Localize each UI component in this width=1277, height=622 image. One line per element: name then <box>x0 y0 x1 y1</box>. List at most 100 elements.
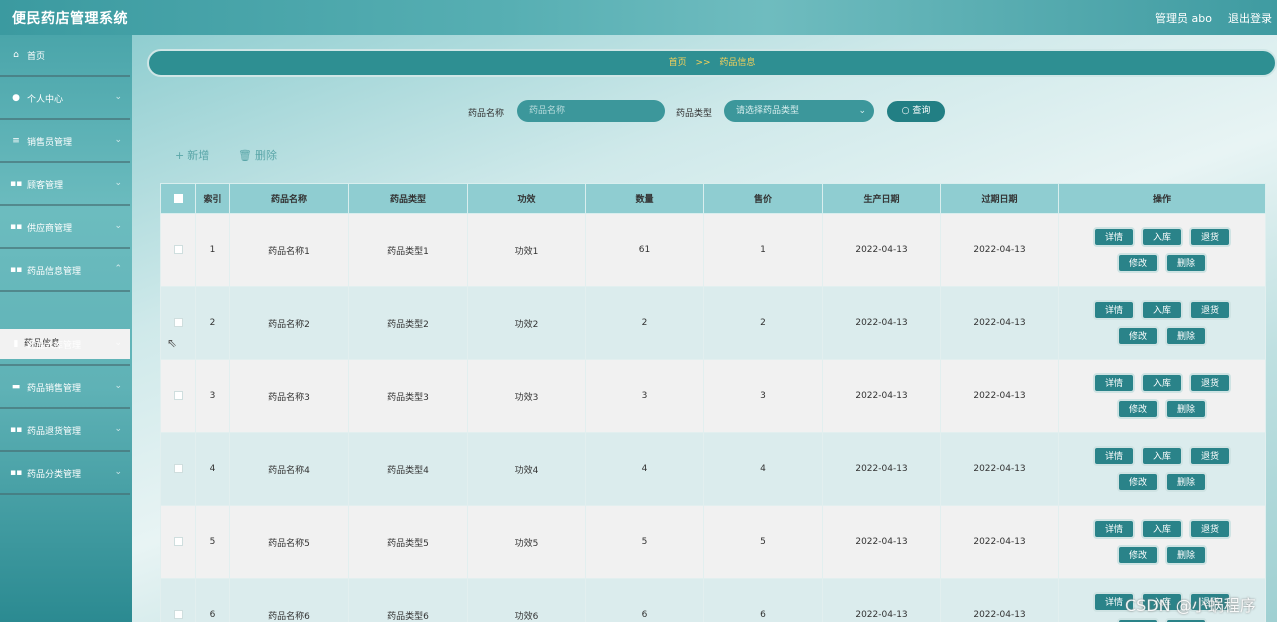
row-select-cell[interactable] <box>160 286 196 360</box>
delete-button[interactable]: 删除 <box>1165 618 1207 622</box>
return-button[interactable]: 退货 <box>1189 519 1231 539</box>
cell-mfg-date: 2022-04-13 <box>822 359 941 433</box>
select-all-cell[interactable] <box>160 183 196 214</box>
cell-type: 药品类型1 <box>348 213 468 287</box>
cell-type: 药品类型4 <box>348 432 468 506</box>
query-button[interactable]: ○ 查询 <box>885 99 947 124</box>
sidebar-item-stock-in[interactable]: ▮ 药品入库管理 ⌄ <box>0 324 130 366</box>
cell-qty: 3 <box>585 359 704 433</box>
grid-icon: ▪▪ <box>10 425 23 435</box>
stock-in-button[interactable]: 入库 <box>1141 519 1183 539</box>
chevron-down-icon: ⌄ <box>114 338 122 348</box>
cell-actions: 详情入库退货修改删除 <box>1058 359 1266 433</box>
drug-name-input[interactable] <box>517 100 665 122</box>
detail-button[interactable]: 详情 <box>1093 446 1135 466</box>
chevron-up-icon: ⌃ <box>114 264 122 274</box>
row-checkbox[interactable] <box>173 391 183 400</box>
return-button[interactable]: 退货 <box>1189 227 1231 247</box>
col-header-mfg: 生产日期 <box>822 183 941 214</box>
sidebar-item-label: 销售员管理 <box>27 137 73 148</box>
detail-button[interactable]: 详情 <box>1093 300 1135 320</box>
edit-button[interactable]: 修改 <box>1117 326 1159 346</box>
cell-qty: 2 <box>585 286 704 360</box>
delete-button[interactable]: 删除 <box>1165 326 1207 346</box>
row-checkbox[interactable] <box>173 610 183 619</box>
sidebar-item-sales[interactable]: ▬ 药品销售管理 ⌄ <box>0 367 130 409</box>
drug-table: 索引 药品名称 药品类型 功效 数量 售价 生产日期 过期日期 操作 1 药品名称… <box>160 183 1266 622</box>
row-select-cell[interactable] <box>160 359 196 433</box>
chevron-down-icon: ⌄ <box>114 381 122 391</box>
return-button[interactable]: 退货 <box>1189 446 1231 466</box>
edit-button[interactable]: 修改 <box>1117 253 1159 273</box>
app-title: 便民药店管理系统 <box>12 11 128 27</box>
return-button[interactable]: 退货 <box>1189 373 1231 393</box>
add-button[interactable]: + 新增 <box>175 147 209 163</box>
return-button[interactable]: 退货 <box>1189 300 1231 320</box>
drug-name-label: 药品名称 <box>468 109 505 119</box>
cell-name: 药品名称2 <box>229 286 349 360</box>
table-row: 2 药品名称2 药品类型2 功效2 2 2 2022-04-13 2022-04-13 详情 入库… <box>160 286 1266 360</box>
cell-effect: 功效5 <box>467 505 586 579</box>
sidebar-item-profile[interactable]: ● 个人中心 ⌄ <box>0 78 130 120</box>
breadcrumb-separator: >> <box>695 58 711 68</box>
sidebar-item-suppliers[interactable]: ▪▪ 供应商管理 ⌄ <box>0 207 130 249</box>
stock-in-button[interactable]: 入库 <box>1141 446 1183 466</box>
user-label: 管理员 abo <box>1155 12 1212 25</box>
sidebar-item-label: 供应商管理 <box>27 223 73 234</box>
sidebar-item-label: 顾客管理 <box>27 180 64 191</box>
sidebar-item-label: 个人中心 <box>27 94 64 105</box>
cell-effect: 功效2 <box>467 286 586 360</box>
row-checkbox[interactable] <box>173 464 183 473</box>
chevron-down-icon: ⌄ <box>114 178 122 188</box>
sidebar-item-drug-info[interactable]: ▪▪ 药品信息管理 ⌃ <box>0 250 130 292</box>
cell-index: 5 <box>195 505 230 579</box>
row-checkbox[interactable] <box>173 318 183 327</box>
select-all-checkbox[interactable] <box>173 193 183 203</box>
cell-type: 药品类型5 <box>348 505 468 579</box>
chevron-down-icon: ⌄ <box>858 106 866 116</box>
detail-button[interactable]: 详情 <box>1093 227 1135 247</box>
plus-icon: + <box>175 149 185 162</box>
search-icon: ○ <box>901 106 910 116</box>
chevron-down-icon: ⌄ <box>114 221 122 231</box>
cell-qty: 5 <box>585 505 704 579</box>
row-select-cell[interactable] <box>160 213 196 287</box>
sidebar-item-sales-staff[interactable]: ≡ 销售员管理 ⌄ <box>0 121 130 163</box>
row-select-cell[interactable] <box>160 505 196 579</box>
delete-button[interactable]: 删除 <box>1165 472 1207 492</box>
stock-in-button[interactable]: 入库 <box>1141 300 1183 320</box>
drug-type-label: 药品类型 <box>676 109 713 119</box>
sidebar-item-returns[interactable]: ▪▪ 药品退货管理 ⌄ <box>0 410 130 452</box>
breadcrumb-home[interactable]: 首页 <box>669 58 687 68</box>
delete-button[interactable]: 删除 <box>1165 253 1207 273</box>
drug-type-select[interactable]: 请选择药品类型 ⌄ <box>724 100 874 122</box>
chevron-down-icon: ⌄ <box>114 467 122 477</box>
user-icon: ● <box>12 93 20 103</box>
cell-mfg-date: 2022-04-13 <box>822 286 941 360</box>
cell-index: 1 <box>195 213 230 287</box>
row-select-cell[interactable] <box>160 578 196 622</box>
logout-link[interactable]: 退出登录 <box>1228 10 1272 26</box>
delete-button[interactable]: 删除 <box>1165 545 1207 565</box>
sidebar-item-categories[interactable]: ▪▪ 药品分类管理 ⌄ <box>0 453 130 495</box>
edit-button[interactable]: 修改 <box>1117 545 1159 565</box>
sidebar-item-home[interactable]: ⌂ 首页 <box>0 35 130 77</box>
stock-in-button[interactable]: 入库 <box>1141 227 1183 247</box>
sidebar-item-label: 药品退货管理 <box>27 426 82 437</box>
detail-button[interactable]: 详情 <box>1093 373 1135 393</box>
sidebar-item-customers[interactable]: ▪▪ 顾客管理 ⌄ <box>0 164 130 206</box>
chevron-down-icon: ⌄ <box>114 92 122 102</box>
edit-button[interactable]: 修改 <box>1117 399 1159 419</box>
sidebar-item-label: 药品销售管理 <box>27 383 82 394</box>
stock-in-button[interactable]: 入库 <box>1141 373 1183 393</box>
delete-button[interactable]: 删除 <box>1165 399 1207 419</box>
batch-delete-button[interactable]: 🗑 删除 <box>238 147 277 163</box>
edit-button[interactable]: 修改 <box>1117 472 1159 492</box>
detail-button[interactable]: 详情 <box>1093 519 1135 539</box>
col-header-actions: 操作 <box>1058 183 1266 214</box>
table-header-row: 索引 药品名称 药品类型 功效 数量 售价 生产日期 过期日期 操作 <box>160 183 1266 214</box>
edit-button[interactable]: 修改 <box>1117 618 1159 622</box>
row-checkbox[interactable] <box>173 537 183 546</box>
row-select-cell[interactable] <box>160 432 196 506</box>
row-checkbox[interactable] <box>173 245 183 254</box>
